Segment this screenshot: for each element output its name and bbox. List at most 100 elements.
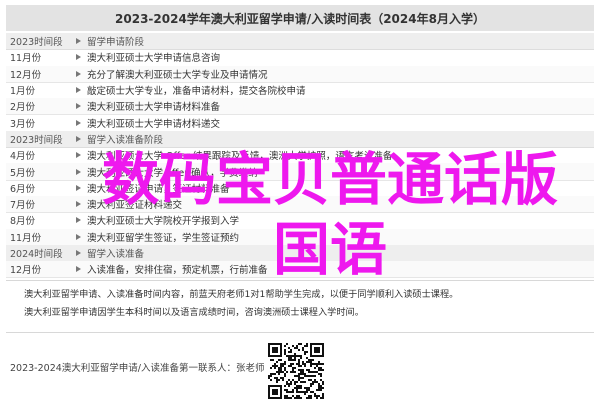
qr-module [314,371,316,373]
qr-module [288,391,290,393]
qr-module [312,359,314,361]
qr-module [304,375,306,377]
qr-module [312,391,314,393]
qr-module [298,359,300,361]
event-cell: 敲定硕士大学专业，准备申请材料，提交各院校申请 [72,83,594,97]
qr-module [318,367,320,369]
event-text: 澳大利亚硕士大学 offer 确认，学费缴纳 [87,167,258,179]
qr-module [292,355,294,357]
qr-module [288,383,290,385]
qr-module [312,381,314,383]
qr-module [296,363,298,365]
arrow-right-icon [76,184,81,191]
qr-module [294,355,296,357]
arrow-right-icon [76,87,81,94]
qr-module [302,347,304,349]
qr-module [292,389,294,391]
qr-module [292,367,294,369]
qr-module [304,373,306,375]
qr-module [304,353,306,355]
date-cell: 3月份 [10,118,36,130]
qr-module [312,363,314,365]
qr-module [300,377,302,379]
qr-module [272,359,274,361]
event-text: 充分了解澳大利亚硕士大学专业及申请情况 [87,69,268,81]
qr-module [314,347,320,353]
qr-module [320,367,322,369]
date-cell: 6月份 [10,183,36,195]
qr-module [294,375,296,377]
qr-module [320,363,322,365]
qr-module [296,385,298,387]
qr-module [302,373,304,375]
qr-module [320,389,322,391]
qr-module [316,397,318,399]
qr-module [310,383,312,385]
qr-module [292,369,294,371]
qr-module [300,371,302,373]
qr-module [268,377,270,379]
qr-module [270,359,272,361]
qr-module [314,395,316,397]
event-cell: 澳大利亚硕士大学 Offer 结果跟踪及反馈，澳洲大学护照，语言考试准备 [72,148,594,162]
date-cell: 2024时间段 [10,249,63,261]
qr-module [284,373,286,375]
qr-module [298,343,300,345]
qr-module [316,381,318,383]
qr-module [300,343,302,345]
note-line: 澳大利亚留学申请、入读准备时间内容，前蓝天府老师1对1帮助学生完成，以便于同学顺… [24,289,459,300]
qr-module [310,379,312,381]
qr-module [308,375,310,377]
arrow-right-icon [76,135,81,142]
qr-module [318,383,320,385]
qr-module [314,381,316,383]
qr-module [316,395,318,397]
qr-module [282,371,284,373]
event-text: 留学入读准备 [87,249,145,261]
qr-module [278,373,280,375]
qr-module [308,387,310,389]
qr-module [296,375,298,377]
divider [6,280,594,281]
arrow-right-icon [76,266,81,273]
qr-module [322,397,324,399]
date-cell: 1月份 [10,86,36,98]
qr-module [268,375,270,377]
qr-module [274,377,276,379]
table-row: 1月份 敲定硕士大学专业，准备申请材料，提交各院校申请 [6,82,594,100]
event-text: 澳大利亚硕士大学院校开学报到入学 [87,216,240,228]
qr-module [300,387,302,389]
event-cell: 留学入读准备 [72,246,594,260]
qr-module [300,369,302,371]
qr-module [278,379,280,381]
qr-module [294,367,296,369]
qr-module [288,397,290,399]
qr-module [288,347,290,349]
qr-module [276,371,278,373]
event-cell: 留学入读准备阶段 [72,132,594,146]
qr-module [308,379,310,381]
qr-module [270,375,272,377]
qr-module [320,373,322,375]
qr-module [274,365,276,367]
qr-module [278,367,280,369]
qr-module [318,369,320,371]
event-cell: 澳大利亚硕士大学 offer 确认，学费缴纳 [72,165,594,179]
qr-module [306,357,308,359]
qr-module [300,397,302,399]
qr-module [282,379,284,381]
qr-module [296,391,298,393]
qr-module [318,363,320,365]
arrow-right-icon [76,152,81,159]
qr-module [284,395,286,397]
qr-module [300,391,302,393]
qr-module [320,369,322,371]
qr-module [300,355,302,357]
qr-module [296,347,298,349]
event-text: 敲定硕士大学专业，准备申请材料，提交各院校申请 [87,86,306,98]
qr-module [290,349,292,351]
qr-module [306,351,308,353]
qr-module [298,379,300,381]
qr-module [288,357,290,359]
table-row: 5月份 澳大利亚硕士大学 offer 确认，学费缴纳 [6,163,594,181]
